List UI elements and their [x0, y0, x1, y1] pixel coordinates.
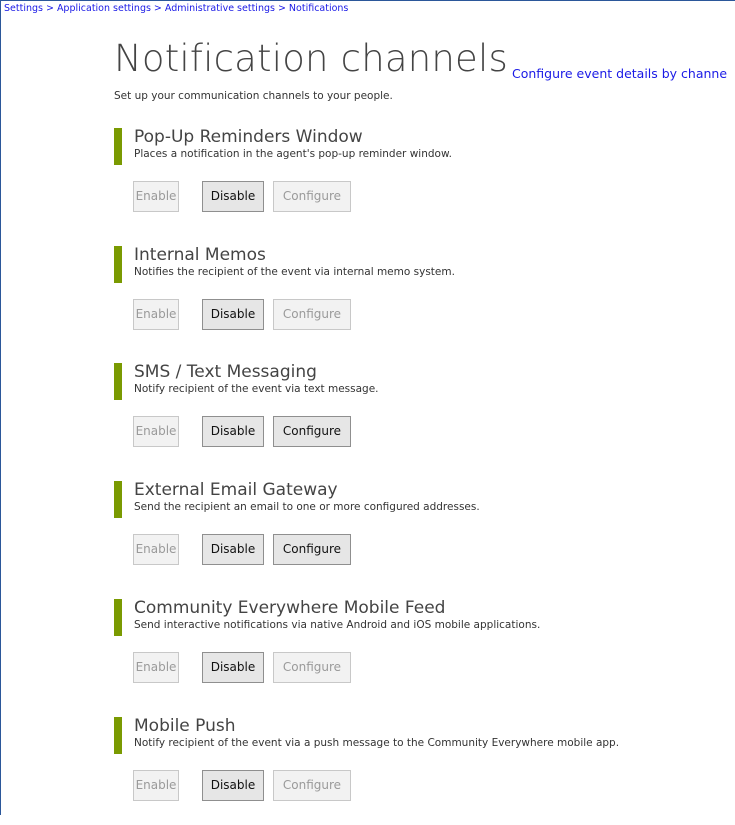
- enable-button[interactable]: Enable: [133, 181, 179, 212]
- channel-external-email-gateway: External Email Gateway Send the recipien…: [114, 479, 724, 589]
- disable-button[interactable]: Disable: [202, 181, 264, 212]
- configure-button[interactable]: Configure: [273, 181, 351, 212]
- breadcrumb-separator: >: [153, 3, 162, 14]
- channel-accent-bar: [114, 246, 122, 283]
- channel-description: Send the recipient an email to one or mo…: [134, 501, 480, 513]
- channel-title: Community Everywhere Mobile Feed: [134, 598, 446, 618]
- disable-button[interactable]: Disable: [202, 416, 264, 447]
- channel-title: Pop-Up Reminders Window: [134, 127, 363, 147]
- enable-button[interactable]: Enable: [133, 299, 179, 330]
- channel-title: SMS / Text Messaging: [134, 362, 317, 382]
- channel-description: Places a notification in the agent's pop…: [134, 148, 452, 160]
- configure-button[interactable]: Configure: [273, 416, 351, 447]
- breadcrumb-notifications[interactable]: Notifications: [289, 3, 348, 14]
- channel-description: Notify recipient of the event via text m…: [134, 383, 379, 395]
- channel-accent-bar: [114, 363, 122, 400]
- channel-internal-memos: Internal Memos Notifies the recipient of…: [114, 244, 724, 354]
- enable-button[interactable]: Enable: [133, 534, 179, 565]
- channel-accent-bar: [114, 717, 122, 754]
- breadcrumb-administrative-settings[interactable]: Administrative settings: [165, 3, 275, 14]
- channel-description: Notifies the recipient of the event via …: [134, 266, 455, 278]
- channel-popup-reminders: Pop-Up Reminders Window Places a notific…: [114, 126, 724, 236]
- enable-button[interactable]: Enable: [133, 652, 179, 683]
- channel-mobile-push: Mobile Push Notify recipient of the even…: [114, 715, 724, 825]
- channel-sms-text-messaging: SMS / Text Messaging Notify recipient of…: [114, 361, 724, 471]
- window-frame-top: [0, 0, 735, 1]
- page-subtitle: Set up your communication channels to yo…: [114, 90, 393, 102]
- disable-button[interactable]: Disable: [202, 299, 264, 330]
- breadcrumb-settings[interactable]: Settings: [4, 3, 43, 14]
- configure-button[interactable]: Configure: [273, 770, 351, 801]
- configure-button[interactable]: Configure: [273, 534, 351, 565]
- channel-title: Mobile Push: [134, 716, 236, 736]
- breadcrumb: Settings > Application settings > Administra…: [4, 3, 348, 14]
- breadcrumb-separator: >: [45, 3, 54, 14]
- configure-button[interactable]: Configure: [273, 652, 351, 683]
- channel-title: External Email Gateway: [134, 480, 338, 500]
- channel-description: Notify recipient of the event via a push…: [134, 737, 620, 749]
- disable-button[interactable]: Disable: [202, 534, 264, 565]
- breadcrumb-application-settings[interactable]: Application settings: [57, 3, 151, 14]
- breadcrumb-separator: >: [277, 3, 286, 14]
- enable-button[interactable]: Enable: [133, 770, 179, 801]
- page-title: Notification channels: [114, 37, 508, 80]
- configure-button[interactable]: Configure: [273, 299, 351, 330]
- enable-button[interactable]: Enable: [133, 416, 179, 447]
- channel-accent-bar: [114, 481, 122, 518]
- channel-accent-bar: [114, 599, 122, 636]
- channel-accent-bar: [114, 128, 122, 165]
- window-frame-left: [0, 0, 1, 815]
- channel-title: Internal Memos: [134, 245, 266, 265]
- channel-community-everywhere-mobile-feed: Community Everywhere Mobile Feed Send in…: [114, 597, 724, 707]
- channel-description: Send interactive notifications via nativ…: [134, 619, 541, 631]
- disable-button[interactable]: Disable: [202, 770, 264, 801]
- configure-event-details-link[interactable]: Configure event details by channe: [512, 66, 727, 81]
- disable-button[interactable]: Disable: [202, 652, 264, 683]
